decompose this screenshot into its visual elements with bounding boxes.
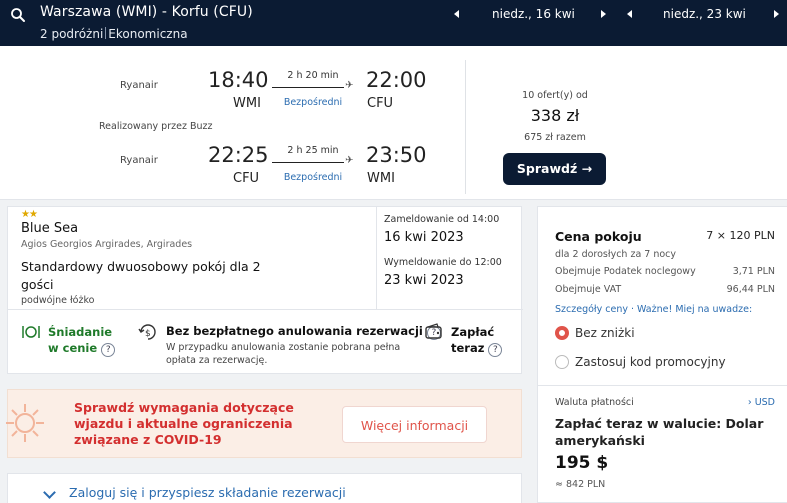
inbound-arr-time: 23:50 <box>366 143 427 167</box>
checkout-label: Wymeldowanie do 12:00 <box>384 257 502 268</box>
more-info-button[interactable]: Więcej informacji <box>342 406 487 443</box>
svg-text:$: $ <box>145 329 151 339</box>
cancellation-description: W przypadku anulowania zostanie pobrana … <box>166 342 401 366</box>
separator <box>105 27 107 39</box>
flight-result-card: Ryanair 18:40 WMI 2 h 20 min ✈ Bezpośred… <box>0 46 787 200</box>
flight-total: 675 zł razem <box>524 132 586 143</box>
total-price: 195 $ <box>555 453 609 473</box>
price-panel: Cena pokoju 7 × 120 PLN dla 2 dorosłych … <box>537 206 787 503</box>
cancellation-title-text: Bez bezpłatnego anulowania rezerwacji <box>166 324 423 338</box>
check-flight-button[interactable]: Sprawdź → <box>503 153 606 185</box>
cancellation-title: Bez bezpłatnego anulowania rezerwacji ? <box>166 324 441 340</box>
no-discount-label[interactable]: Bez zniżki <box>575 326 635 340</box>
tax-label: Obejmuje Podatek noclegowy <box>555 266 696 277</box>
wallet-icon <box>425 323 442 339</box>
pay-now-line1: Zapłać <box>451 325 495 339</box>
total-price-pln: ≈ 842 PLN <box>555 479 606 490</box>
login-prompt[interactable]: Zaloguj się i przyspiesz składanie rezer… <box>7 473 522 503</box>
next-return-date-icon[interactable] <box>771 7 781 21</box>
hotel-name: Blue Sea <box>21 221 79 236</box>
help-icon[interactable]: ? <box>101 343 116 357</box>
outbound-airline: Ryanair <box>120 80 158 91</box>
depart-date[interactable]: niedz., 16 kwi <box>492 7 575 21</box>
chevron-down-icon[interactable] <box>43 486 56 499</box>
return-date-picker[interactable]: niedz., 23 kwi <box>625 6 785 24</box>
breakfast-line2: w cenie <box>48 341 98 355</box>
travelers-cabin[interactable]: 2 podróżni Ekonomiczna <box>40 27 188 41</box>
depart-date-picker[interactable]: niedz., 16 kwi <box>452 6 612 24</box>
inbound-arr-code: WMI <box>367 171 395 186</box>
route-title[interactable]: Warszawa (WMI) - Korfu (CFU) <box>40 4 253 20</box>
currency-selector[interactable]: › USD <box>748 397 775 408</box>
covid-banner: Sprawdź wymagania dotyczące wjazdu i akt… <box>6 389 522 458</box>
divider <box>376 207 377 309</box>
vat-value: 96,44 PLN <box>726 284 775 295</box>
inbound-duration: 2 h 25 min <box>287 145 339 156</box>
room-type: Standardowy dwuosobowy pokój dla 2 gości <box>21 259 261 292</box>
plane-icon: ✈ <box>345 155 354 166</box>
outbound-arr-time: 22:00 <box>366 68 427 92</box>
cabin-class: Ekonomiczna <box>108 27 188 41</box>
no-refund-icon: $ <box>138 324 156 340</box>
outbound-route-line <box>272 87 344 88</box>
outbound-dep-time: 18:40 <box>208 68 269 92</box>
divider <box>465 60 466 194</box>
breakfast-icon <box>22 326 40 338</box>
pay-now: Zapłać teraz ? <box>451 324 503 357</box>
prev-depart-date-icon[interactable] <box>452 7 462 21</box>
breakfast-included: Śniadanie w cenie ? <box>48 324 116 357</box>
plane-icon: ✈ <box>345 80 354 91</box>
prev-return-date-icon[interactable] <box>625 7 635 21</box>
next-depart-date-icon[interactable] <box>598 7 608 21</box>
help-icon[interactable]: ? <box>488 343 503 357</box>
return-date[interactable]: niedz., 23 kwi <box>663 7 746 21</box>
tax-value: 3,71 PLN <box>732 266 775 277</box>
currency-label: Waluta płatności <box>555 397 634 408</box>
hotel-address: Agios Georgios Argirades, Argirades <box>21 239 193 250</box>
search-summary-bar: Warszawa (WMI) - Korfu (CFU) 2 podróżni E… <box>0 0 787 46</box>
inbound-stops: Bezpośredni <box>283 172 343 183</box>
inbound-dep-code: CFU <box>233 171 260 186</box>
travelers-count: 2 podróżni <box>40 27 104 41</box>
promo-code-label[interactable]: Zastosuj kod promocyjny <box>575 355 726 369</box>
checkin-date: 16 kwi 2023 <box>384 230 464 245</box>
operated-by: Realizowany przez Buzz <box>99 121 213 132</box>
inbound-route-line <box>272 162 344 163</box>
pay-currency-title: Zapłać teraz w walucie: Dolar amerykańsk… <box>555 416 764 448</box>
room-price-sub: dla 2 dorosłych za 7 nocy <box>555 249 677 260</box>
outbound-arr-code: CFU <box>367 96 394 111</box>
pay-now-line2: teraz <box>451 341 485 355</box>
breakfast-line1: Śniadanie <box>48 325 113 339</box>
checkout-date: 23 kwi 2023 <box>384 273 464 288</box>
no-discount-radio[interactable] <box>555 326 569 340</box>
outbound-duration: 2 h 20 min <box>287 70 339 81</box>
hotel-card: ★★ Blue Sea Agios Georgios Argirades, Ar… <box>7 206 523 374</box>
search-icon[interactable] <box>10 7 26 23</box>
price-details-links[interactable]: Szczegóły ceny · Ważne! Miej na uwadze: <box>555 304 752 315</box>
divider <box>538 385 787 386</box>
outbound-dep-code: WMI <box>233 96 261 111</box>
divider <box>8 309 523 310</box>
inbound-airline: Ryanair <box>120 155 158 166</box>
room-price-value: 7 × 120 PLN <box>706 229 775 242</box>
star-rating-icon: ★★ <box>21 209 38 220</box>
login-text[interactable]: Zaloguj się i przyspiesz składanie rezer… <box>69 485 346 500</box>
flight-price: 338 zł <box>530 106 580 125</box>
offers-count: 10 ofert(y) od <box>522 90 588 101</box>
checkin-label: Zameldowanie od 14:00 <box>384 214 500 225</box>
bed-type: podwójne łóżko <box>21 295 95 306</box>
room-price-title: Cena pokoju <box>555 229 642 244</box>
virus-icon <box>6 404 44 442</box>
inbound-dep-time: 22:25 <box>208 143 269 167</box>
covid-text: Sprawdź wymagania dotyczące wjazdu i akt… <box>74 400 294 447</box>
outbound-stops: Bezpośredni <box>283 97 343 108</box>
promo-code-radio[interactable] <box>555 355 569 369</box>
vat-label: Obejmuje VAT <box>555 284 622 295</box>
